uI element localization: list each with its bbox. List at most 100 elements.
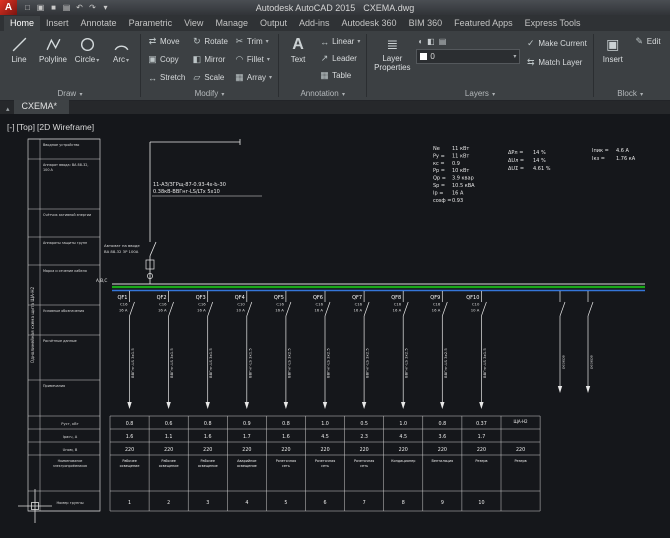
redo-icon[interactable]: ↷ [87,3,98,12]
calc-label: Sр = [433,183,445,189]
insert-button[interactable]: ▣ Insert [597,33,629,87]
line-button-label: Line [11,55,26,64]
layer-freeze-icon[interactable]: ◧ [427,37,435,46]
print-icon[interactable]: ▤ [61,3,72,12]
viewport-controls: [-] [Top] [2D Wireframe] [7,122,94,132]
move-button[interactable]: ⇄Move [144,33,188,50]
chevron-down-icon: ▾ [221,92,224,98]
make-current-button[interactable]: ✓Make Current [522,35,589,52]
calc-value: 0.93 [452,198,463,204]
tab-annotate[interactable]: Annotate [75,16,123,31]
table-cell: 0.6 [165,421,173,427]
legend-row-label: 100 А [43,168,54,172]
layer-properties-icon: ≣ [386,35,398,54]
load-arrow [245,402,249,409]
text-button[interactable]: A Text [282,33,314,87]
tab-bim360[interactable]: BIM 360 [403,16,449,31]
table-cell: 0.9 [243,421,251,427]
tab-autodesk360[interactable]: Autodesk 360 [336,16,403,31]
layer-on-icon[interactable]: ◐ [418,37,423,46]
copy-button[interactable]: ▣Copy [144,51,188,68]
trim-button[interactable]: ✂Trim▾ [231,33,275,50]
panel-block: ▣ Insert ✎Edit Block ▾ [594,31,667,100]
file-tab-menu-icon[interactable]: ▴ [2,105,14,114]
tab-parametric[interactable]: Parametric [123,16,179,31]
mirror-button[interactable]: ◧Mirror [188,51,231,68]
fillet-button[interactable]: ◠Fillet▾ [231,51,275,68]
breaker-type: С16 [198,302,206,307]
breaker-label: QF8 [391,295,401,301]
legend-row-label: Аппараты защиты групп [43,241,87,245]
legend-row-label: Условные обозначения [43,309,84,313]
move-icon: ⇄ [147,36,158,47]
calc-value: 14 % [533,158,546,164]
panel-footer-block[interactable]: Block ▾ [594,87,667,100]
linear-dimension-button[interactable]: ↔Linear▾ [316,33,363,50]
layer-color-swatch [420,53,427,60]
layer-lock-icon[interactable]: ▤ [439,37,447,46]
stretch-button[interactable]: ↔Stretch [144,69,188,86]
autocad-logo[interactable]: A [0,0,17,15]
breaker-label: QF5 [274,295,284,301]
load-arrow [127,402,131,409]
panel-footer-annotation[interactable]: Annotation ▾ [279,87,366,100]
breaker-label: QF10 [466,295,479,301]
breaker-rating: 16 А [197,308,206,313]
save-icon[interactable]: ■ [48,3,59,12]
rotate-button[interactable]: ↻Rotate [188,33,231,50]
tab-home[interactable]: Home [4,16,40,31]
viewport-view-control[interactable]: [Top] [17,122,35,132]
viewport-collapse-control[interactable]: [-] [7,122,15,132]
scale-button[interactable]: ▱Scale [188,69,231,86]
panel-footer-layers[interactable]: Layers ▾ [367,87,592,100]
line-button[interactable]: Line [3,33,35,87]
table-cell: Рабочее [161,459,175,463]
layer-properties-button[interactable]: ≣ Layer Properties [370,33,414,87]
calc-label: ΔРл = [508,150,523,156]
tab-manage[interactable]: Manage [209,16,254,31]
tab-express-tools[interactable]: Express Tools [519,16,587,31]
file-tab-cxema[interactable]: CXEMA* [14,100,70,114]
tab-addins[interactable]: Add-ins [293,16,336,31]
tab-view[interactable]: View [178,16,209,31]
edit-block-button[interactable]: ✎Edit [631,33,664,50]
calc-value: 10 кВт [452,168,469,174]
tab-insert[interactable]: Insert [40,16,75,31]
breaker-symbol [130,302,135,316]
viewport-visual-style-control[interactable]: [2D Wireframe] [37,122,94,132]
table-cell: 220 [477,447,486,453]
breaker-type: С16 [355,302,363,307]
layer-dropdown[interactable]: 0 ▾ [416,49,520,64]
new-icon[interactable]: □ [22,3,33,12]
table-cell: 4 [245,500,248,506]
table-cell: Резерв [475,459,487,463]
tab-featured-apps[interactable]: Featured Apps [448,16,519,31]
copy-icon: ▣ [147,54,158,65]
open-icon[interactable]: ▣ [35,3,46,12]
leader-button[interactable]: ↗Leader [316,50,363,67]
table-cell: 1.1 [165,434,173,440]
panel-footer-modify[interactable]: Modify ▾ [141,87,278,100]
match-layer-button[interactable]: ⇆Match Layer [522,54,589,71]
table-cell: 1.7 [478,434,486,440]
table-cell: 4.5 [321,434,329,440]
table-button[interactable]: ▦Table [316,67,363,84]
chevron-down-icon: ▾ [640,92,643,98]
tab-output[interactable]: Output [254,16,293,31]
array-button[interactable]: ▦Array▾ [231,69,275,86]
document-title: CXEMA.dwg [363,3,414,13]
table-cell: Вентиляция [432,459,454,463]
table-cell: 1 [128,500,131,506]
chevron-down-icon: ▾ [357,38,360,45]
panel-footer-draw[interactable]: Draw ▾ [0,87,140,100]
qat-menu-icon[interactable]: ▾ [100,3,111,12]
undo-icon[interactable]: ↶ [74,3,85,12]
breaker-label: QF9 [430,295,440,301]
table-cell: 220 [360,447,369,453]
arc-button[interactable]: Arc▾ [105,33,137,87]
rotate-icon: ↻ [191,36,202,47]
circle-button[interactable]: Circle▾ [71,33,103,87]
chevron-down-icon: ▾ [96,58,99,64]
polyline-button[interactable]: Polyline [37,33,69,87]
drawing-area[interactable]: [-] [Top] [2D Wireframe] Однолинейная сх… [0,114,670,538]
